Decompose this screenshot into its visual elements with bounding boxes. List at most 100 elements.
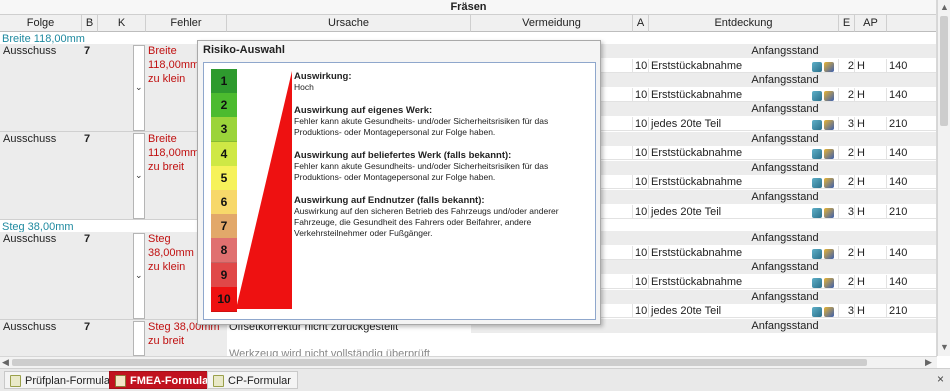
ap-cell[interactable]: H [855, 304, 887, 319]
b-cell[interactable]: 7 [84, 232, 90, 246]
rpz-cell[interactable]: 140 [887, 245, 936, 260]
entdeckung-status-row[interactable]: Anfangsstand [633, 318, 936, 333]
measure-tool-icon[interactable] [824, 90, 834, 101]
folge-cell[interactable]: Ausschuss [3, 132, 56, 146]
chevron-down-icon[interactable]: ⌄ [135, 270, 143, 281]
caliper-icon[interactable] [812, 120, 822, 130]
risk-level-6[interactable]: 6 [211, 190, 237, 215]
b-cell[interactable]: 7 [84, 132, 90, 146]
k-dropdown[interactable] [133, 321, 145, 356]
col-header-entdeckung[interactable]: Entdeckung [649, 15, 839, 32]
entdeckung-cell[interactable]: Erststückabnahme [649, 146, 839, 161]
col-header-b[interactable]: B [82, 15, 98, 32]
col-header-ap[interactable]: AP [855, 15, 887, 32]
entdeckung-status-row[interactable]: Anfangsstand [633, 160, 936, 175]
scroll-right-icon[interactable]: ▶ [925, 357, 932, 368]
rpz-cell[interactable]: 140 [887, 58, 936, 73]
rpz-cell[interactable]: 210 [887, 304, 936, 319]
e-cell[interactable]: 2 [839, 245, 855, 260]
e-cell[interactable]: 3 [839, 204, 855, 219]
a-cell[interactable]: 10 [633, 58, 649, 73]
b-cell[interactable]: 7 [84, 44, 90, 58]
col-header-fehler[interactable]: Fehler [146, 15, 227, 32]
entdeckung-status-row[interactable]: Anfangsstand [633, 289, 936, 304]
risk-level-9[interactable]: 9 [211, 262, 237, 288]
ap-cell[interactable]: H [855, 204, 887, 219]
tab-fmea-formular[interactable]: FMEA-Formular [109, 371, 220, 389]
e-cell[interactable]: 2 [839, 175, 855, 190]
col-header-a[interactable]: A [633, 15, 649, 32]
entdeckung-cell[interactable]: Erststückabnahme [649, 245, 839, 260]
chevron-down-icon[interactable]: ⌄ [135, 170, 143, 181]
folge-cell[interactable]: Ausschuss [3, 320, 56, 334]
e-cell[interactable]: 2 [839, 146, 855, 161]
scroll-left-icon[interactable]: ◀ [2, 357, 9, 368]
entdeckung-cell[interactable]: Erststückabnahme [649, 87, 839, 102]
entdeckung-status-row[interactable]: Anfangsstand [633, 44, 936, 58]
close-icon[interactable]: × [937, 372, 944, 386]
entdeckung-status-row[interactable]: Anfangsstand [633, 260, 936, 275]
ap-cell[interactable]: H [855, 58, 887, 73]
measure-tool-icon[interactable] [824, 178, 834, 189]
entdeckung-cell[interactable]: jedes 20te Teil [649, 304, 839, 319]
col-header-vermeidung[interactable]: Vermeidung [471, 15, 633, 32]
e-cell[interactable]: 2 [839, 58, 855, 73]
caliper-icon[interactable] [812, 248, 822, 259]
caliper-icon[interactable] [812, 207, 822, 218]
rpz-cell[interactable]: 140 [887, 175, 936, 190]
e-cell[interactable]: 3 [839, 304, 855, 319]
a-cell[interactable]: 10 [633, 204, 649, 219]
risk-level-4[interactable]: 4 [211, 141, 237, 167]
vertical-scroll-thumb[interactable] [940, 16, 948, 126]
risk-level-10[interactable]: 10 [211, 286, 237, 312]
entdeckung-cell[interactable]: jedes 20te Teil [649, 204, 839, 219]
entdeckung-status-row[interactable]: Anfangsstand [633, 190, 936, 204]
ap-cell[interactable]: H [855, 175, 887, 190]
risk-level-7[interactable]: 7 [211, 214, 237, 240]
fehler-cell[interactable]: Breite 118,00mm zu klein [148, 44, 199, 86]
rpz-cell[interactable]: 210 [887, 204, 936, 219]
measure-tool-icon[interactable] [824, 248, 834, 259]
caliper-icon[interactable] [812, 90, 822, 101]
entdeckung-cell[interactable]: jedes 20te Teil [649, 117, 839, 131]
vertical-scrollbar[interactable]: ▲ ▼ [937, 0, 950, 356]
risk-level-5[interactable]: 5 [211, 165, 237, 191]
folge-cell[interactable]: Ausschuss [3, 44, 56, 58]
entdeckung-status-row[interactable]: Anfangsstand [633, 102, 936, 117]
ap-cell[interactable]: H [855, 245, 887, 260]
ap-cell[interactable]: H [855, 117, 887, 131]
tab-cp-formular[interactable]: CP-Formular [207, 371, 298, 389]
scroll-up-icon[interactable]: ▲ [940, 2, 949, 13]
tab-pruefplan-formular[interactable]: Prüfplan-Formular [4, 371, 121, 389]
ap-cell[interactable]: H [855, 275, 887, 289]
caliper-icon[interactable] [812, 61, 822, 72]
caliper-icon[interactable] [812, 149, 822, 160]
rpz-cell[interactable]: 140 [887, 146, 936, 161]
rpz-cell[interactable]: 210 [887, 117, 936, 131]
caliper-icon[interactable] [812, 178, 822, 189]
rpz-cell[interactable]: 140 [887, 275, 936, 289]
a-cell[interactable]: 10 [633, 245, 649, 260]
chevron-down-icon[interactable]: ⌄ [135, 82, 143, 93]
horizontal-scrollbar[interactable]: ◀ ▶ [0, 356, 937, 368]
rpz-cell[interactable]: 140 [887, 87, 936, 102]
entdeckung-status-row[interactable]: Anfangsstand [633, 231, 936, 246]
measure-tool-icon[interactable] [824, 61, 834, 72]
risk-level-1[interactable]: 1 [211, 69, 237, 94]
measure-tool-icon[interactable] [824, 149, 834, 160]
a-cell[interactable]: 10 [633, 275, 649, 289]
a-cell[interactable]: 10 [633, 304, 649, 319]
ap-cell[interactable]: H [855, 146, 887, 161]
measure-tool-icon[interactable] [824, 120, 834, 130]
entdeckung-cell[interactable]: Erststückabnahme [649, 175, 839, 190]
a-cell[interactable]: 10 [633, 87, 649, 102]
a-cell[interactable]: 10 [633, 117, 649, 131]
caliper-icon[interactable] [812, 278, 822, 288]
col-header-ursache[interactable]: Ursache [227, 15, 471, 32]
scroll-down-icon[interactable]: ▼ [940, 342, 949, 353]
entdeckung-status-row[interactable]: Anfangsstand [633, 131, 936, 146]
b-cell[interactable]: 7 [84, 320, 90, 334]
folge-cell[interactable]: Ausschuss [3, 232, 56, 246]
entdeckung-cell[interactable]: Erststückabnahme [649, 58, 839, 73]
a-cell[interactable]: 10 [633, 175, 649, 190]
